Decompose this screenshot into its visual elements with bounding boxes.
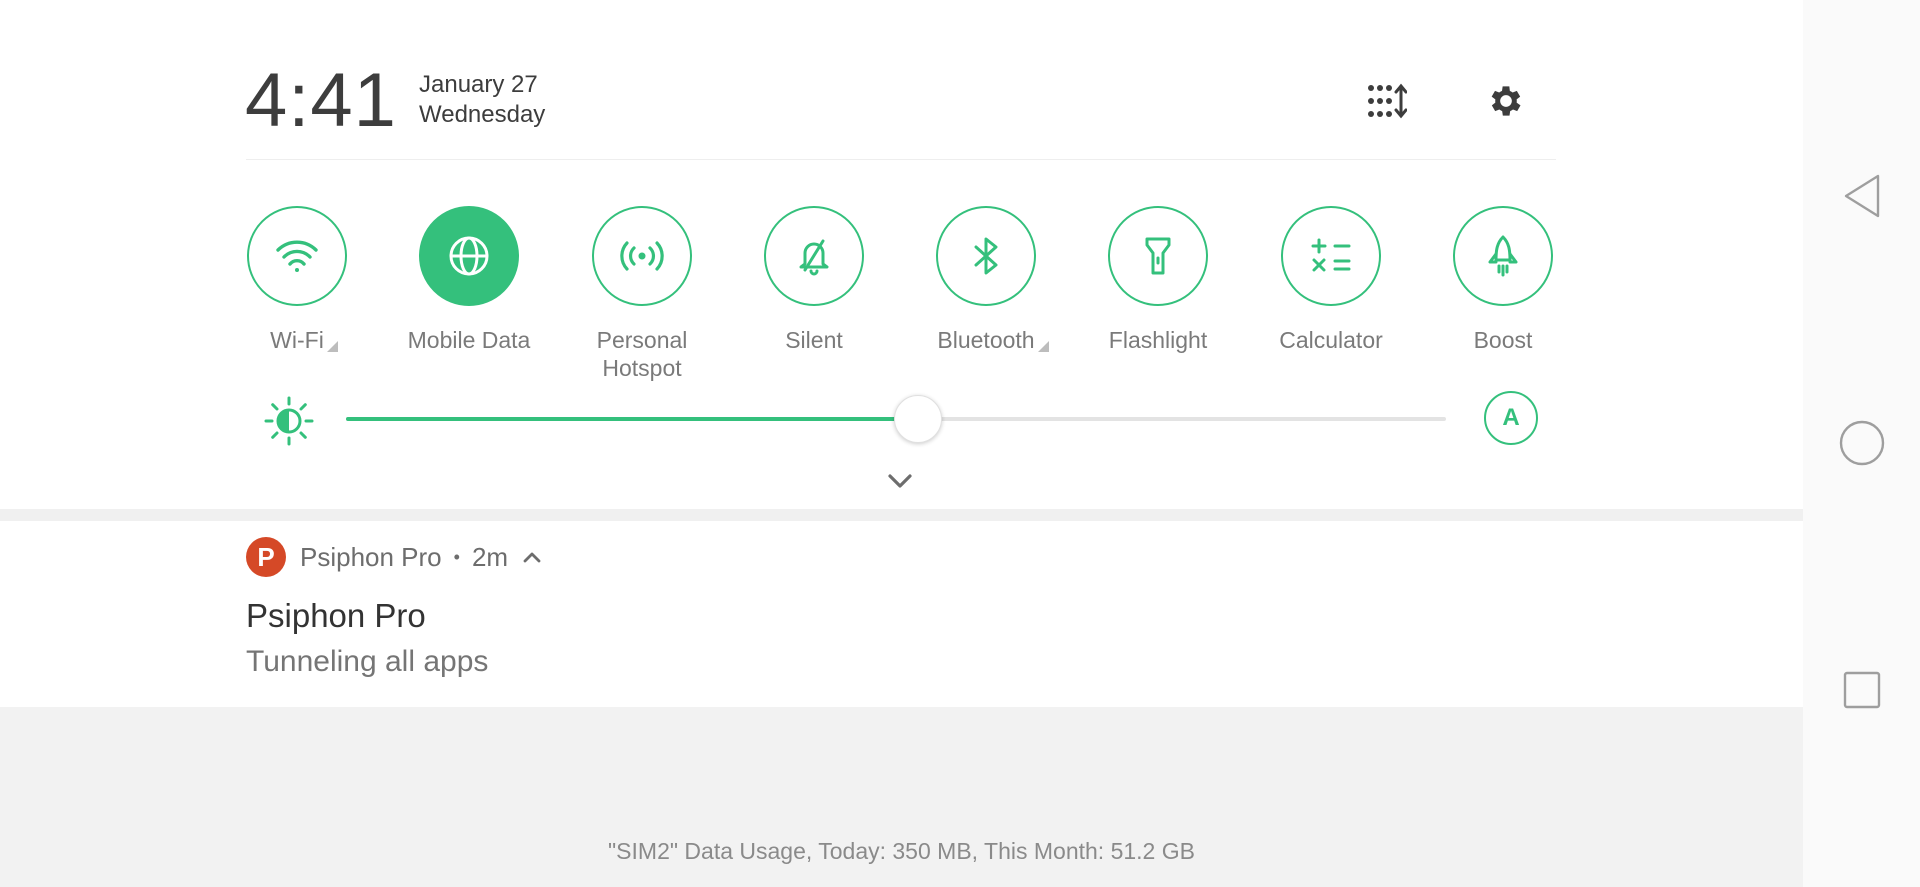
tile-label: Silent [785,327,843,353]
tile-flashlight[interactable]: Flashlight [1078,206,1238,354]
brightness-icon [264,396,314,446]
tile-label: Calculator [1279,327,1383,353]
header-divider [246,159,1556,160]
brightness-slider[interactable] [346,395,1446,443]
date-label: January 27 [419,71,538,98]
chevron-up-icon[interactable] [522,550,542,564]
tile-label: Wi-Fi [270,326,338,354]
tile-label: Bluetooth [937,326,1049,354]
tile-label: Personal Hotspot [596,327,688,381]
notification-separator: • [453,547,460,567]
notification-app-name: Psiphon Pro [300,542,442,572]
tile-wifi[interactable]: Wi-Fi [217,206,377,354]
rocket-icon[interactable] [1453,206,1553,306]
tile-label: Mobile Data [407,327,531,353]
brightness-slider-thumb[interactable] [894,395,942,443]
globe-icon[interactable] [419,206,519,306]
tile-label: Flashlight [1108,327,1208,353]
edit-tiles-icon[interactable] [1364,78,1410,124]
data-usage-text: "SIM2" Data Usage, Today: 350 MB, This M… [608,838,1195,864]
notification-title: Psiphon Pro [246,597,426,634]
panel-separator [0,509,1803,521]
weekday-label: Wednesday [419,101,546,128]
notification-time: 2m [471,542,509,572]
tile-silent[interactable]: Silent [734,206,894,354]
flashlight-icon[interactable] [1108,206,1208,306]
gear-icon[interactable] [1483,78,1529,124]
tile-personal-hotspot[interactable]: Personal Hotspot [562,206,722,382]
auto-brightness-button[interactable]: A [1484,391,1538,445]
wifi-icon[interactable] [247,206,347,306]
submenu-corner-icon [326,341,338,352]
bluetooth-icon[interactable] [936,206,1036,306]
tile-mobile-data[interactable]: Mobile Data [389,206,549,354]
tile-calculator[interactable]: Calculator [1251,206,1411,354]
tile-bluetooth[interactable]: Bluetooth [906,206,1066,354]
navigation-bar [1803,0,1920,887]
bell-off-icon[interactable] [764,206,864,306]
notification-body: Tunneling all apps [246,645,489,678]
notification-psiphon[interactable]: P Psiphon Pro • 2m Psiphon Pro Tunneling… [0,521,1803,707]
date-block: January 27 Wednesday [419,70,545,130]
psiphon-app-icon: P [246,537,286,577]
tile-label: Boost [1473,327,1533,353]
calculator-icon[interactable] [1281,206,1381,306]
home-icon[interactable] [1803,408,1920,478]
chevron-down-icon[interactable] [885,466,915,496]
clock: 4:41 [245,58,397,143]
notification-header: Psiphon Pro • 2m [300,541,542,573]
brightness-slider-fill [346,417,918,421]
recents-icon[interactable] [1803,655,1920,725]
back-icon[interactable] [1803,161,1920,231]
tile-boost[interactable]: Boost [1423,206,1583,354]
hotspot-icon[interactable] [592,206,692,306]
submenu-corner-icon [1037,341,1049,352]
quick-settings-panel: 4:41 January 27 Wednesday Wi-Fi Mobile D… [0,0,1803,509]
